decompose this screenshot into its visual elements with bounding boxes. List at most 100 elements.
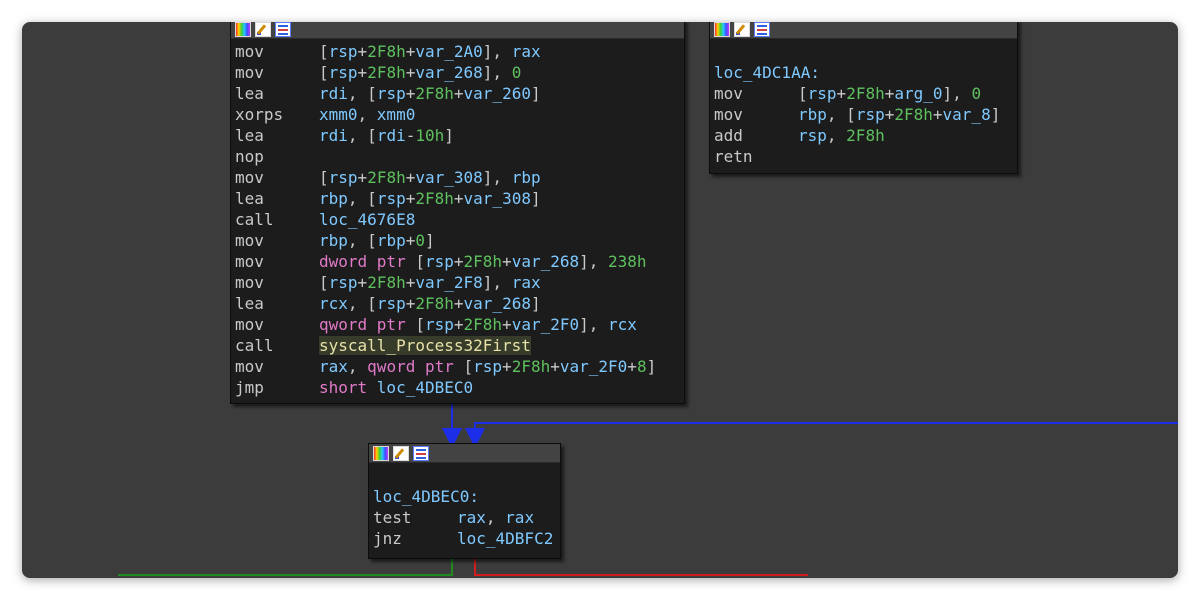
instruction-line[interactable]: mov [rsp+2F8h+var_2A0], rax <box>235 41 680 62</box>
instruction-line[interactable]: retn <box>714 146 1013 167</box>
operands: rbp, [rsp+2F8h+var_8] <box>798 104 1000 125</box>
operand-token: xmm0 <box>376 105 416 124</box>
instruction-line[interactable]: lea rdi, [rdi-10h] <box>235 125 680 146</box>
operand-token: + <box>932 105 943 124</box>
operand-token[interactable]: loc_4676E8 <box>319 210 415 229</box>
instruction-line[interactable]: lea rbp, [rsp+2F8h+var_308] <box>235 188 680 209</box>
operand-token: + <box>357 63 368 82</box>
instruction-line[interactable]: mov rax, qword ptr [rsp+2F8h+var_2F0+8] <box>235 356 680 377</box>
mnemonic: lea <box>235 126 264 145</box>
ida-graph-view[interactable]: mov [rsp+2F8h+var_2A0], rax mov [rsp+2F8h+v… <box>22 22 1178 578</box>
operand-token: ], <box>942 84 972 103</box>
highlighted-symbol[interactable]: syscall_Process32First <box>319 336 531 355</box>
operand-token: [ <box>415 315 425 334</box>
operand-token: + <box>550 357 560 376</box>
operand-token[interactable]: var_268 <box>512 252 579 271</box>
graph-overview-icon[interactable] <box>413 445 429 461</box>
mnemonic: test <box>373 508 412 527</box>
operand-token: ], <box>579 252 609 271</box>
instruction-line[interactable]: test rax, rax <box>373 507 556 528</box>
operand-token: 8 <box>636 357 647 376</box>
colors-icon[interactable] <box>373 445 389 461</box>
graph-overview-icon[interactable] <box>754 22 770 37</box>
operand-token: rsp <box>328 273 358 292</box>
code-lines: mov [rsp+2F8h+var_2A0], rax mov [rsp+2F8h+v… <box>231 39 684 400</box>
operand-token: qword ptr <box>367 357 464 376</box>
instruction-line[interactable]: jmp short loc_4DBEC0 <box>235 377 680 398</box>
operand-token: rbp <box>798 105 827 124</box>
operand-token[interactable]: var_308 <box>415 168 482 187</box>
instruction-line[interactable]: mov rbp, [rsp+2F8h+var_8] <box>714 104 1013 125</box>
instruction-line[interactable]: mov rbp, [rbp+0] <box>235 230 680 251</box>
mnemonic: add <box>714 126 743 145</box>
operand-token: 2F8h <box>415 189 454 208</box>
code-lines: loc_4DBEC0: test rax, rax jnz loc_4DBFC2 <box>369 463 560 551</box>
instruction-line[interactable]: mov [rsp+2F8h+var_2F8], rax <box>235 272 680 293</box>
operand-token: + <box>502 315 512 334</box>
operand-token[interactable]: loc_4DBEC0 <box>377 378 473 397</box>
operand-token[interactable]: var_308 <box>464 189 531 208</box>
operand-token[interactable]: var_268 <box>415 63 482 82</box>
instruction-line[interactable]: jnz loc_4DBFC2 <box>373 528 556 549</box>
instruction-line[interactable]: call syscall_Process32First <box>235 335 680 356</box>
operand-token: 238h <box>608 252 647 271</box>
graph-overview-icon[interactable] <box>275 22 291 37</box>
mnemonic: lea <box>235 84 264 103</box>
instruction-line[interactable]: nop <box>235 146 680 167</box>
operand-token[interactable]: loc_4DBFC2 <box>457 529 553 548</box>
operand-token[interactable]: var_268 <box>464 294 531 313</box>
operand-token: + <box>453 294 464 313</box>
operand-token: , [ <box>347 231 377 250</box>
instruction-line[interactable]: mov dword ptr [rsp+2F8h+var_268], 238h <box>235 251 680 272</box>
instruction-line[interactable]: call loc_4676E8 <box>235 209 680 230</box>
operand-token[interactable]: arg_0 <box>894 84 942 103</box>
operand-token[interactable]: var_2A0 <box>415 42 482 61</box>
instruction-line[interactable]: add rsp, 2F8h <box>714 125 1013 146</box>
code-lines: loc_4DC1AA: mov [rsp+2F8h+arg_0], 0 mov rbp… <box>710 39 1017 169</box>
operand-token: 2F8h <box>463 315 503 334</box>
instruction-line[interactable]: mov [rsp+2F8h+arg_0], 0 <box>714 83 1013 104</box>
mnemonic: xorps <box>235 105 284 124</box>
operand-token: rdi <box>319 84 348 103</box>
operands: syscall_Process32First <box>319 335 531 356</box>
edge-false-branch <box>474 558 808 576</box>
block-label[interactable]: loc_4DBEC0: <box>373 486 556 507</box>
rename-icon[interactable] <box>734 22 750 37</box>
instruction-line[interactable]: mov [rsp+2F8h+var_268], 0 <box>235 62 680 83</box>
operands: [rsp+2F8h+var_308], rbp <box>319 167 541 188</box>
code-block-loc_4DBEC0[interactable]: loc_4DBEC0: test rax, rax jnz loc_4DBFC2 <box>368 443 561 559</box>
operand-token[interactable]: var_2F8 <box>415 273 482 292</box>
operand-token: + <box>405 168 416 187</box>
operands: rax, rax <box>457 507 534 528</box>
operand-token: xmm0 <box>319 105 358 124</box>
operands: rbp, [rsp+2F8h+var_308] <box>319 188 541 209</box>
operand-token[interactable]: var_260 <box>464 84 531 103</box>
operand-token: rcx <box>319 294 348 313</box>
rename-icon[interactable] <box>255 22 271 37</box>
operand-token[interactable]: var_8 <box>943 105 991 124</box>
operand-token: rax <box>511 42 541 61</box>
colors-icon[interactable] <box>235 22 251 37</box>
operand-token[interactable]: var_2F0 <box>560 357 627 376</box>
instruction-line[interactable]: lea rdi, [rsp+2F8h+var_260] <box>235 83 680 104</box>
instruction-line[interactable]: mov [rsp+2F8h+var_308], rbp <box>235 167 680 188</box>
mnemonic: nop <box>235 147 264 166</box>
block-label[interactable]: loc_4DC1AA: <box>714 62 1013 83</box>
rename-icon[interactable] <box>393 445 409 461</box>
operands: rdi, [rdi-10h] <box>319 125 454 146</box>
operand-token: 0 <box>415 231 425 250</box>
operand-token: rsp <box>473 357 503 376</box>
code-block-main[interactable]: mov [rsp+2F8h+var_2A0], rax mov [rsp+2F8h+v… <box>230 22 685 404</box>
operand-token: rdi <box>319 126 348 145</box>
code-block-loc_4DC1AA[interactable]: loc_4DC1AA: mov [rsp+2F8h+arg_0], 0 mov rbp… <box>709 22 1018 174</box>
instruction-line[interactable]: xorps xmm0, xmm0 <box>235 104 680 125</box>
operand-token: ] <box>646 357 657 376</box>
operand-token: , <box>826 126 847 145</box>
colors-icon[interactable] <box>714 22 730 37</box>
instruction-line[interactable]: lea rcx, [rsp+2F8h+var_268] <box>235 293 680 314</box>
mnemonic: mov <box>714 84 743 103</box>
instruction-line[interactable]: mov qword ptr [rsp+2F8h+var_2F0], rcx <box>235 314 680 335</box>
operand-token[interactable]: var_2F0 <box>512 315 579 334</box>
mnemonic: mov <box>714 105 743 124</box>
